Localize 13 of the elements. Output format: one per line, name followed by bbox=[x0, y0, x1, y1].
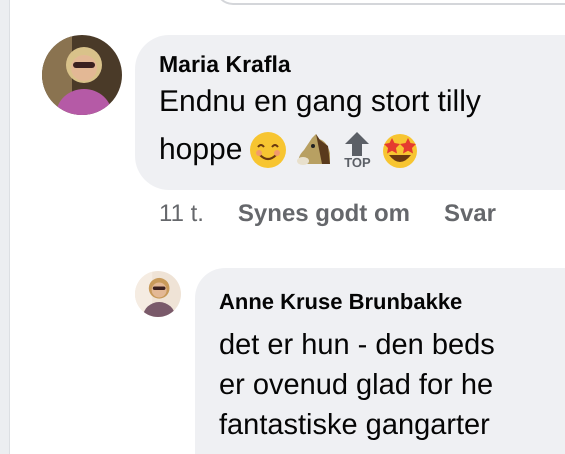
comment-text: det er hun - den beds bbox=[219, 328, 496, 363]
comment-text: hoppe bbox=[159, 132, 242, 168]
author-name: Anne Kruse Brunbakke bbox=[219, 289, 464, 315]
author-name: Maria Krafla bbox=[159, 51, 292, 78]
comment-text: fantastiske gangarter bbox=[219, 408, 491, 443]
up-arrow-icon bbox=[344, 132, 370, 156]
action-link[interactable]: Svar bbox=[444, 200, 496, 228]
comment-text: er ovenud glad for he bbox=[219, 368, 494, 403]
timestamp: 11 t. bbox=[159, 200, 204, 228]
top-label: TOP bbox=[344, 156, 371, 168]
action-link[interactable]: Synes godt om bbox=[238, 200, 410, 228]
smiling-face-icon bbox=[248, 130, 288, 170]
comment-text: Endnu en gang stort tilly bbox=[159, 84, 482, 120]
